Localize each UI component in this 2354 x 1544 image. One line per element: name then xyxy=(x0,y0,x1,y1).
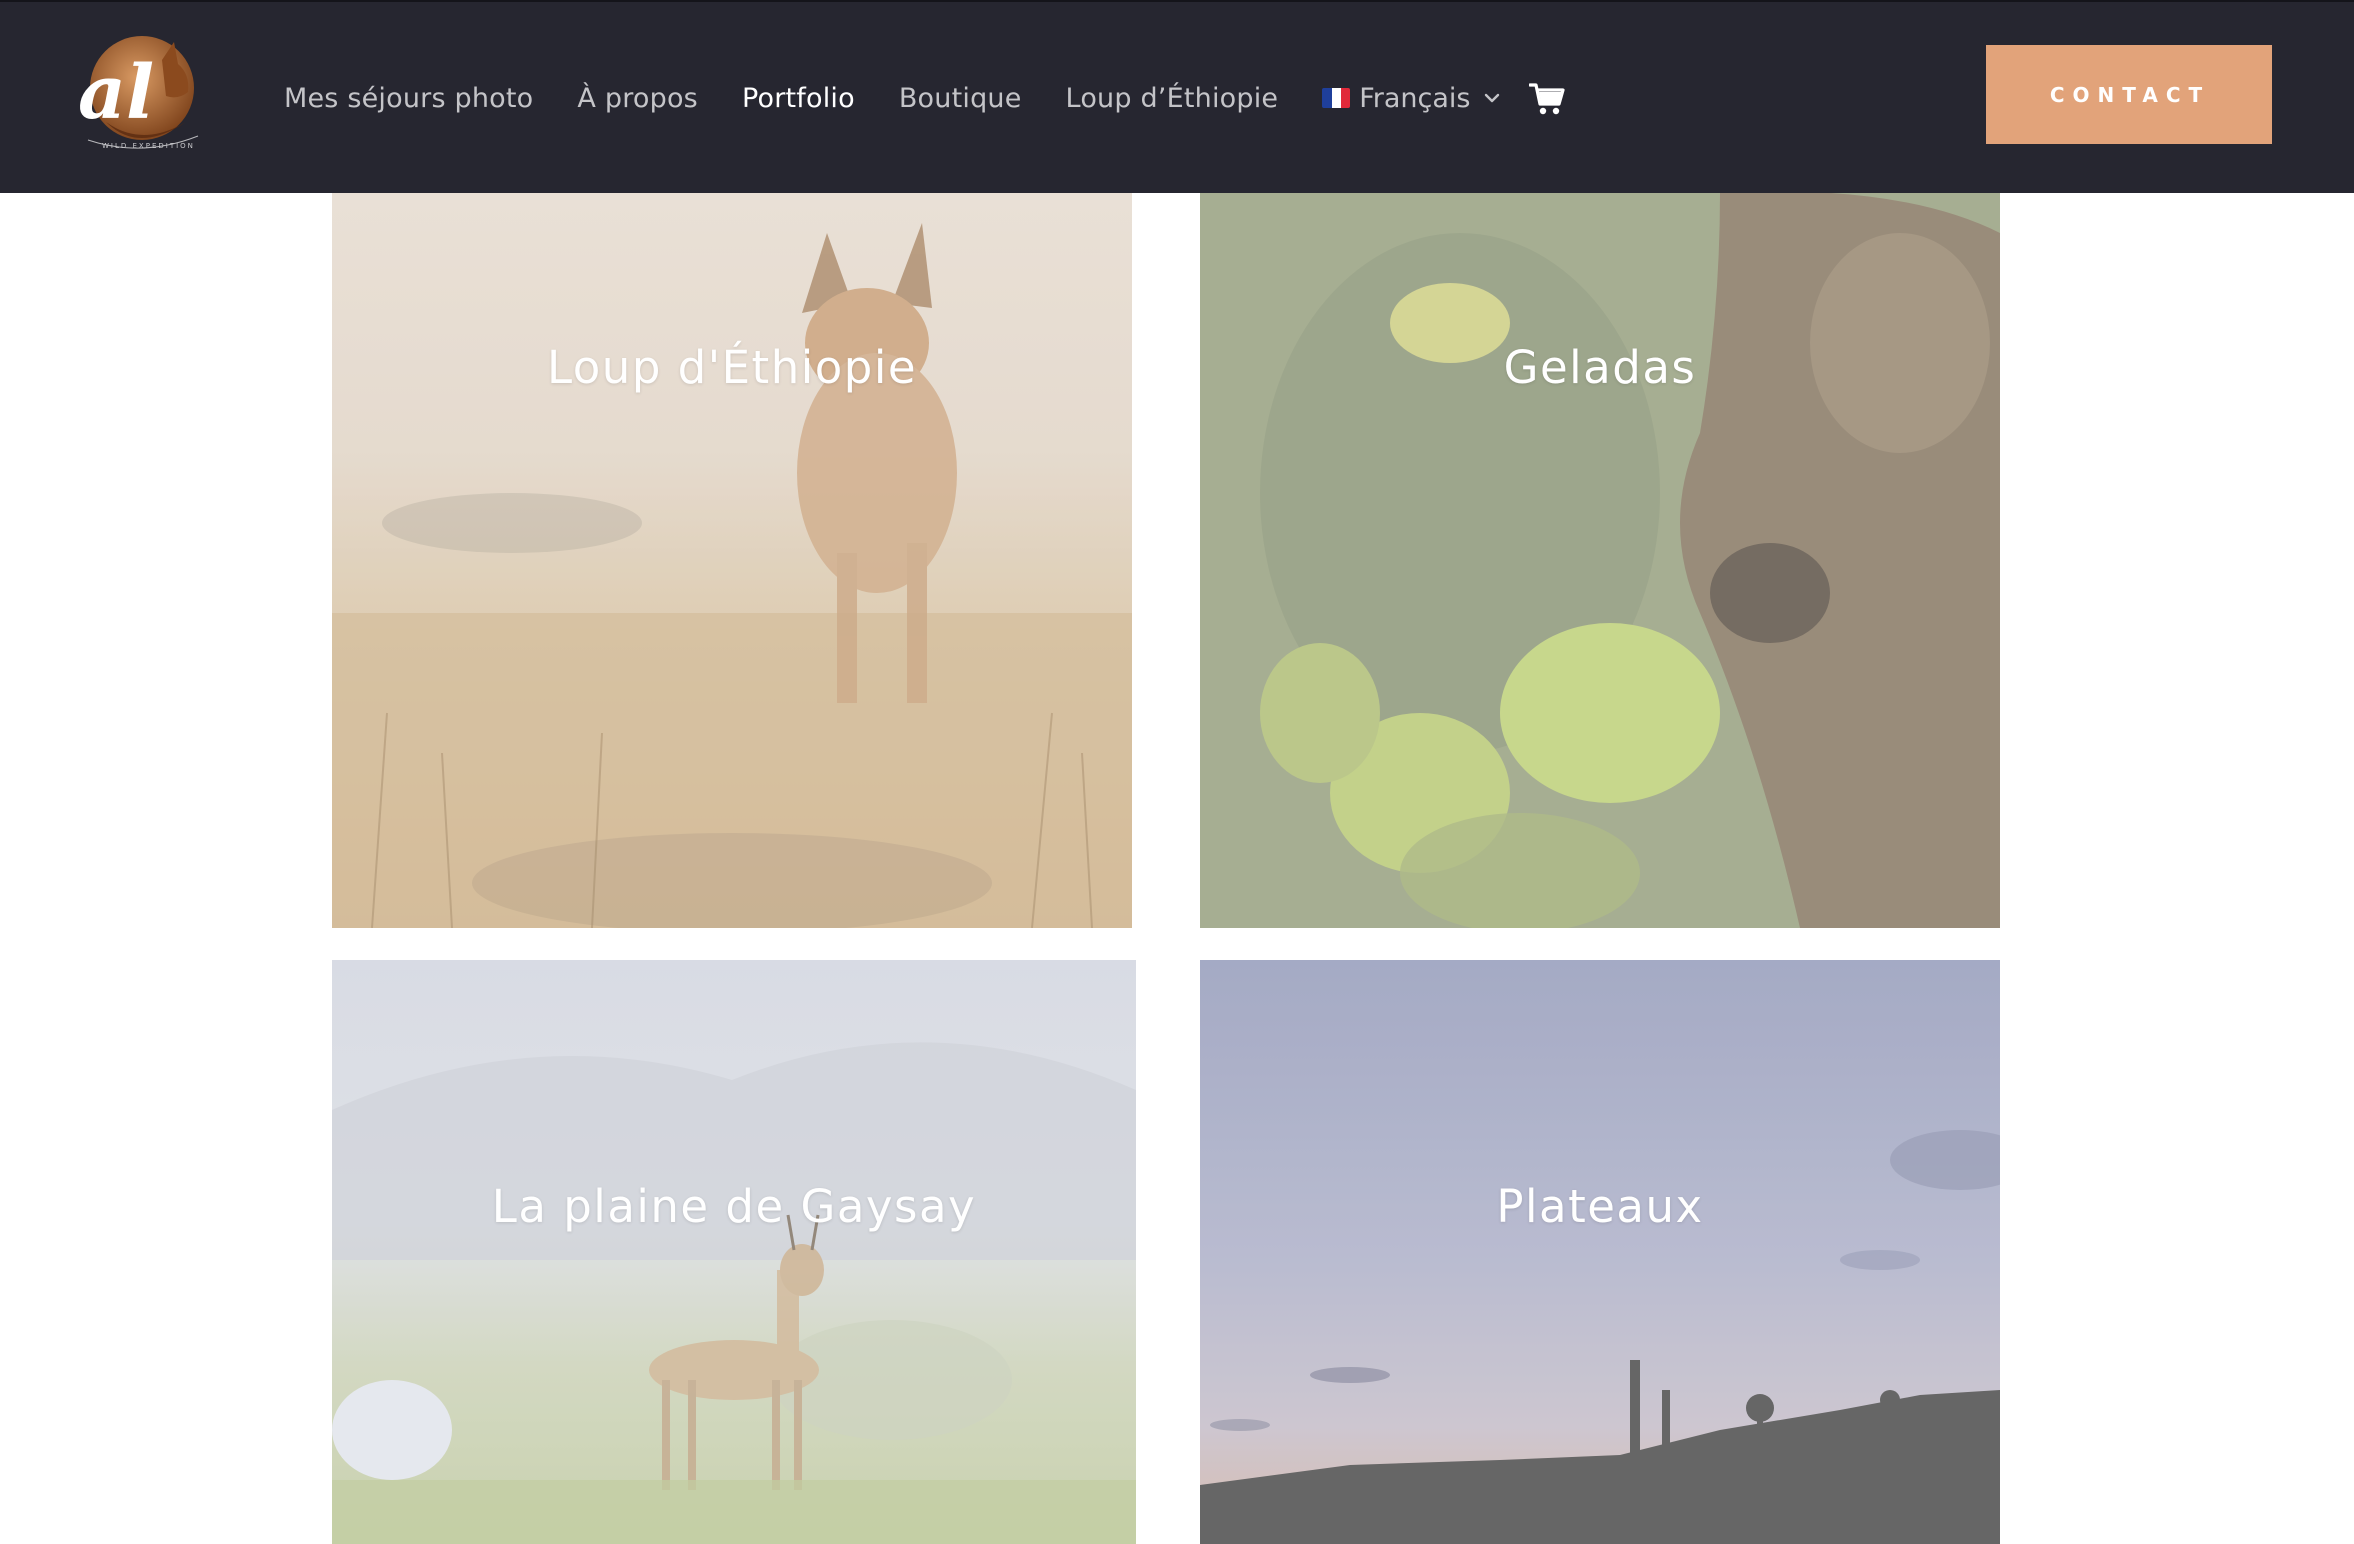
gaysay-plain-photo xyxy=(332,960,1136,1544)
svg-text:al: al xyxy=(78,50,154,136)
ethiopian-wolf-photo xyxy=(332,193,1132,928)
nav-item-loup-ethiopie[interactable]: Loup d’Éthiopie xyxy=(1066,83,1279,114)
portfolio-tile-plateaux[interactable]: Plateaux xyxy=(1200,960,2000,1544)
language-switcher[interactable]: Français xyxy=(1322,83,1500,114)
chevron-down-icon xyxy=(1484,93,1499,103)
svg-text:WILD EXPEDITION: WILD EXPEDITION xyxy=(102,142,195,150)
nav-item-sejours-photo[interactable]: Mes séjours photo xyxy=(284,83,533,114)
main-nav: Mes séjours photo À propos Portfolio Bou… xyxy=(284,68,1565,128)
plateaux-photo xyxy=(1200,960,2000,1544)
nav-item-boutique[interactable]: Boutique xyxy=(899,83,1022,114)
language-label: Français xyxy=(1359,82,1471,114)
logo-icon: al WILD EXPEDITION xyxy=(78,36,199,150)
portfolio-tile-geladas[interactable]: Geladas xyxy=(1200,193,2000,928)
portfolio-tile-loup-ethiopie[interactable]: Loup d'Éthiopie xyxy=(332,193,1132,928)
tile-title: La plaine de Gaysay xyxy=(491,1180,977,1233)
french-flag-icon xyxy=(1322,88,1351,108)
tile-title: Plateaux xyxy=(1496,1180,1704,1233)
nav-item-portfolio[interactable]: Portfolio xyxy=(742,83,855,114)
portfolio-tile-plaine-gaysay[interactable]: La plaine de Gaysay xyxy=(332,960,1136,1544)
site-logo[interactable]: al WILD EXPEDITION xyxy=(66,30,218,154)
tile-title: Loup d'Éthiopie xyxy=(546,341,918,394)
gelada-photo xyxy=(1200,193,2000,928)
site-header: al WILD EXPEDITION Mes séjours photo À p… xyxy=(0,0,2354,193)
cart-icon[interactable] xyxy=(1528,82,1565,116)
nav-item-a-propos[interactable]: À propos xyxy=(577,83,698,114)
tile-title: Geladas xyxy=(1503,341,1697,394)
contact-button[interactable]: CONTACT xyxy=(1986,45,2272,144)
